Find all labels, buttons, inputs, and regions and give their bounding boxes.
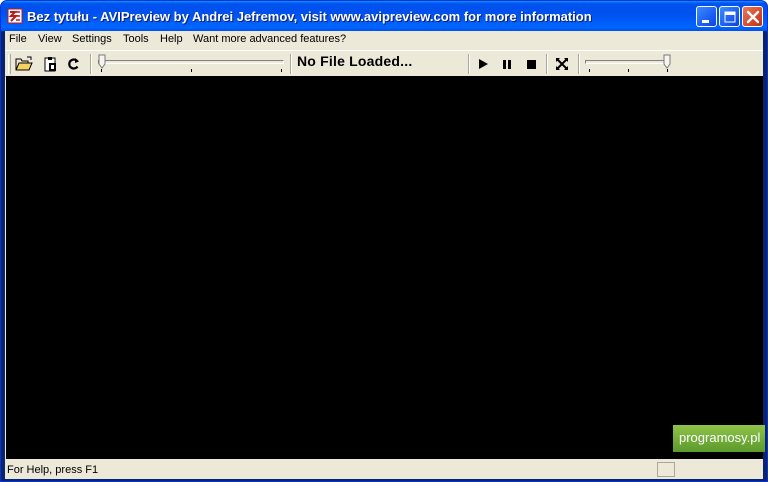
clipboard-button[interactable] [40,54,62,74]
minimize-icon [702,20,709,23]
position-slider[interactable] [98,53,284,73]
menu-tools[interactable]: Tools [123,33,149,45]
menu-advanced-features[interactable]: Want more advanced features? [193,33,346,45]
position-slider-thumb[interactable] [98,54,106,69]
toolbar-separator [578,54,580,74]
video-display[interactable] [6,76,763,459]
toolbar-separator [90,54,92,74]
play-button[interactable] [472,54,494,74]
close-icon [746,10,760,24]
menu-view[interactable]: View [38,33,62,45]
volume-slider-tick [667,69,668,72]
clipboard-icon [44,57,56,72]
volume-slider-tick [628,69,629,72]
title-bar[interactable]: Bez tytułu - AVIPreview by Andrei Jefrem… [1,1,767,31]
toolbar-separator [468,54,470,74]
maximize-icon [724,11,736,23]
status-bar: For Help, press F1 [5,460,763,479]
stop-button[interactable] [520,54,542,74]
play-icon [479,59,488,69]
refresh-button[interactable] [63,54,85,74]
status-pane [657,462,675,477]
volume-slider-track [585,60,665,64]
window-title: Bez tytułu - AVIPreview by Andrei Jefrem… [27,9,592,24]
pause-button[interactable] [496,54,518,74]
avipreview-app-icon[interactable] [7,8,23,24]
watermark: programosy.pl [673,425,765,452]
fullscreen-icon [556,58,568,70]
fullscreen-button[interactable] [551,54,573,74]
position-slider-tick [101,69,102,72]
minimize-button[interactable] [696,6,717,27]
pause-icon [503,60,511,69]
file-status-label: No File Loaded... [297,53,413,69]
menu-help[interactable]: Help [160,33,183,45]
menu-settings[interactable]: Settings [72,33,112,45]
refresh-icon [68,58,79,70]
status-help-text: For Help, press F1 [7,464,99,476]
menu-bar: File View Settings Tools Help Want more … [5,31,763,49]
maximize-button[interactable] [719,6,740,27]
position-slider-tick [191,69,192,72]
volume-slider-tick [589,69,590,72]
volume-slider[interactable] [585,53,673,73]
open-folder-icon [15,56,33,71]
close-button[interactable] [742,6,763,27]
volume-slider-thumb[interactable] [663,54,671,69]
position-slider-tick [281,69,282,72]
client-area: File View Settings Tools Help Want more … [5,31,763,479]
toolbar-separator [290,54,292,74]
toolbar-grip[interactable] [8,54,11,74]
position-slider-track [98,60,284,64]
open-button[interactable] [13,54,35,74]
menu-file[interactable]: File [9,33,27,45]
stop-icon [527,60,536,69]
toolbar: No File Loaded... [5,50,763,77]
app-window: Bez tytułu - AVIPreview by Andrei Jefrem… [0,0,768,482]
toolbar-separator [546,54,548,74]
watermark-text: programosy.pl [679,430,761,445]
